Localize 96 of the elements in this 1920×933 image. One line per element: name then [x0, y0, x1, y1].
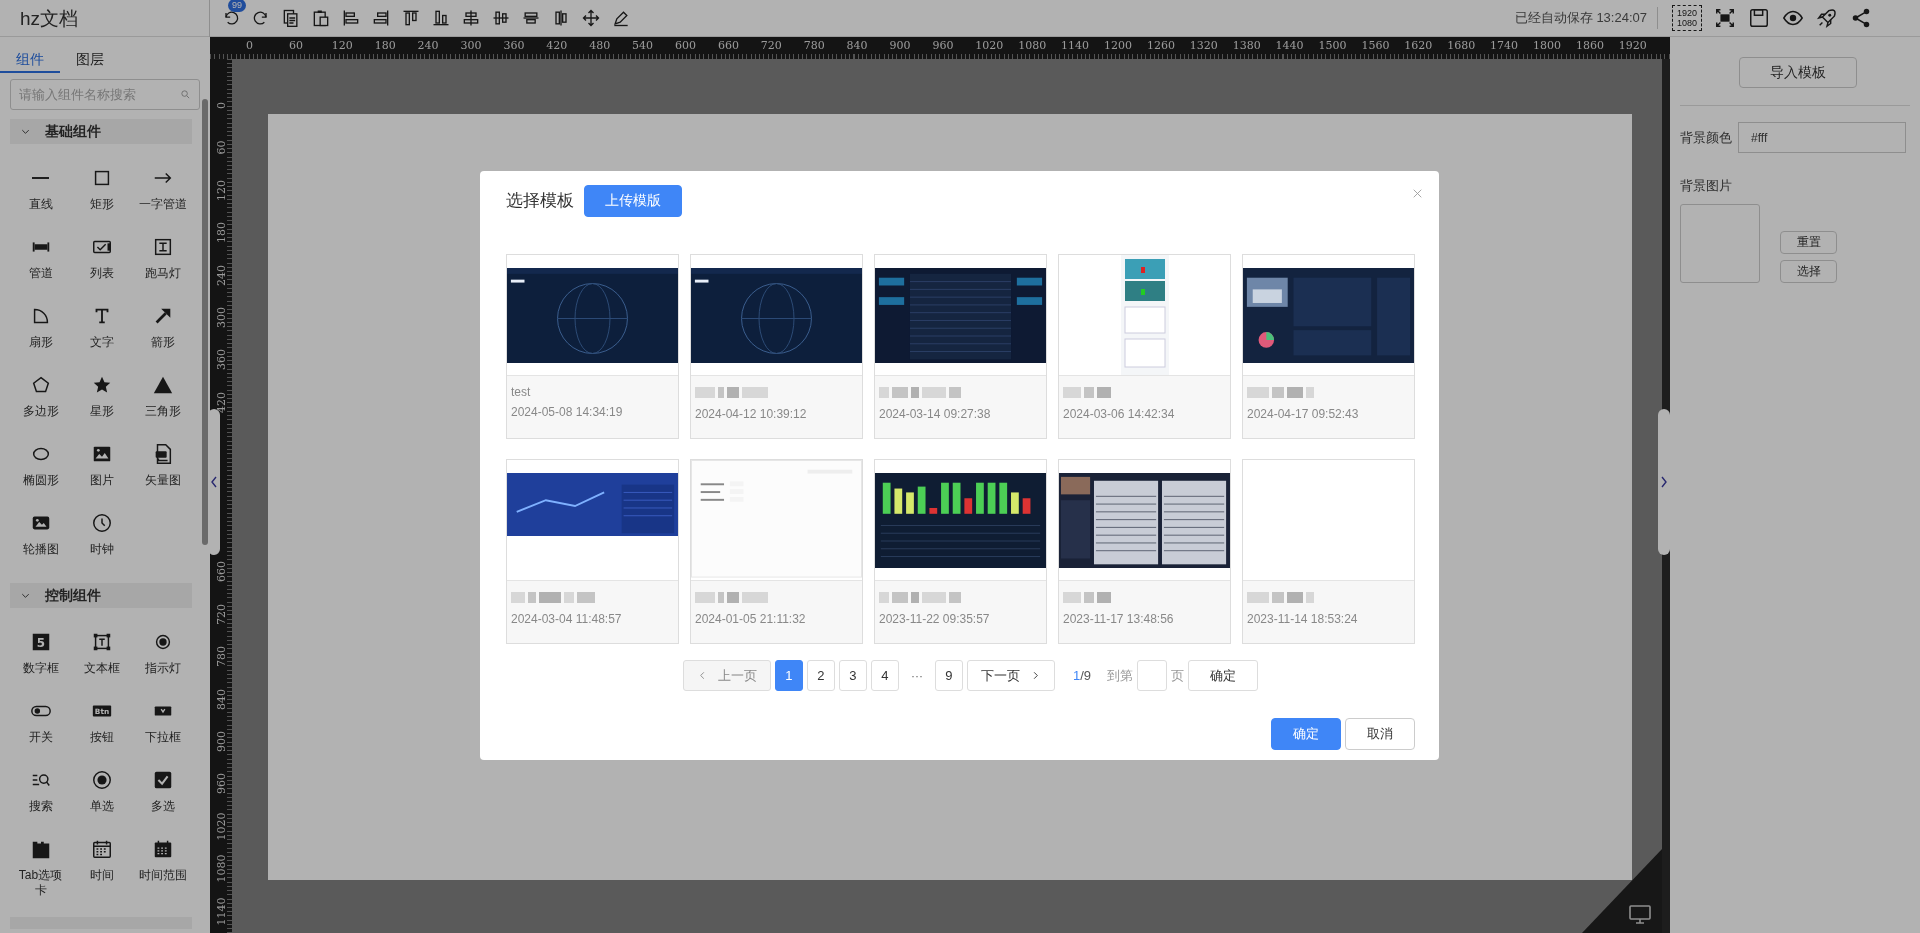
- page-number-field[interactable]: [1137, 660, 1168, 691]
- component-item[interactable]: 矢量图: [132, 443, 193, 512]
- monitor-icon[interactable]: [1628, 903, 1652, 927]
- component-item[interactable]: 多选: [132, 769, 193, 838]
- component-item[interactable]: 直线: [10, 167, 71, 236]
- more-pages[interactable]: ···: [902, 668, 931, 683]
- component-item[interactable]: 下拉框: [132, 700, 193, 769]
- component-item[interactable]: 开关: [10, 700, 71, 769]
- search-icon: [180, 89, 191, 100]
- template-time: 2024-03-14 09:27:38: [879, 406, 992, 422]
- template-time: 2024-01-05 21:11:32: [695, 611, 807, 627]
- align-left-icon[interactable]: [341, 8, 361, 28]
- app-title: hz文档: [0, 0, 210, 37]
- count-badge: 99: [228, 0, 246, 12]
- move-icon[interactable]: [581, 8, 601, 28]
- component-item[interactable]: 列表: [71, 236, 132, 305]
- template-time: 2023-11-14 18:53:24: [1247, 611, 1359, 627]
- calendar-icon: [90, 838, 113, 860]
- import-template-button[interactable]: 导入模板: [1739, 57, 1857, 88]
- component-item[interactable]: 时间范围: [132, 838, 193, 907]
- upload-button[interactable]: 上传模版: [584, 184, 682, 217]
- save-status: 已经自动保存 13:24:07: [1514, 7, 1658, 29]
- fit-screen-icon[interactable]: [1714, 7, 1736, 29]
- component-item[interactable]: 图片: [71, 443, 132, 512]
- jump-label: 到第: [1107, 666, 1134, 685]
- template-time: 2024-03-04 11:48:57: [511, 611, 623, 627]
- template-time: 2024-04-17 09:52:43: [1247, 406, 1360, 422]
- confirm-button[interactable]: 确定: [1271, 718, 1341, 750]
- component-item[interactable]: 轮播图: [10, 512, 71, 581]
- color-field[interactable]: #fff: [1738, 122, 1906, 153]
- page-button[interactable]: 3: [838, 660, 867, 691]
- component-item[interactable]: Tab选项卡: [10, 838, 71, 907]
- component-item[interactable]: 箭形: [132, 305, 193, 374]
- template-time: 2023-11-17 13:48:56: [1063, 611, 1175, 627]
- component-item[interactable]: 时钟: [71, 512, 132, 581]
- group-title: 控制组件: [45, 586, 101, 605]
- paste-icon[interactable]: [311, 8, 331, 28]
- component-item[interactable]: 扇形: [10, 305, 71, 374]
- share-icon[interactable]: [1850, 7, 1872, 29]
- group-header[interactable]: 基础组件: [10, 119, 192, 144]
- cancel-button[interactable]: 取消: [1345, 718, 1415, 750]
- page-total: /9: [1080, 668, 1092, 683]
- template-name: test: [511, 384, 532, 400]
- sidebar-tab[interactable]: 组件: [0, 47, 60, 73]
- component-item[interactable]: 单选: [71, 769, 132, 838]
- go-button[interactable]: 确定: [1188, 660, 1259, 691]
- field-label: 背景图片: [1680, 177, 1733, 195]
- panel-button[interactable]: 选择: [1780, 260, 1837, 283]
- page-button[interactable]: 2: [806, 660, 835, 691]
- copy-icon[interactable]: [281, 8, 301, 28]
- template-time: 2024-04-12 10:39:12: [695, 406, 808, 422]
- page-button[interactable]: 9: [934, 660, 963, 691]
- sidebar-tab[interactable]: 图层: [60, 47, 120, 73]
- component-item[interactable]: 跑马灯: [132, 236, 193, 305]
- dialog-title: 选择模板: [506, 190, 574, 212]
- resolution-icon[interactable]: 1920 1080: [1672, 5, 1702, 31]
- page-button[interactable]: 4: [870, 660, 899, 691]
- pen-icon[interactable]: [611, 8, 631, 28]
- template-time: 2023-11-22 09:35:57: [879, 611, 991, 627]
- clock-icon: [90, 512, 113, 534]
- horizontal-ruler: 0 60 120 180 240 300 360 420 480 540 600 660 720 780 840 900 960 1020 1080 1140 1200 1260 1320 1380 1440 1500 1560 1620 1680 1740 1800 1860 1920: [210, 37, 1670, 59]
- component-item[interactable]: 多边形: [10, 374, 71, 443]
- scrollbar-thumb[interactable]: [202, 99, 208, 545]
- component-item[interactable]: 5 数字框: [10, 631, 71, 700]
- align-center-icon[interactable]: [461, 8, 481, 28]
- field-label: 背景颜色: [1680, 128, 1732, 147]
- template-time: 2024-03-06 14:42:34: [1063, 406, 1176, 422]
- next-page-button[interactable]: 下一页: [966, 660, 1055, 691]
- rocket-icon[interactable]: [1816, 7, 1838, 29]
- component-item[interactable]: 时间: [71, 838, 132, 907]
- page-button[interactable]: 1: [774, 660, 803, 691]
- align-right-icon[interactable]: [371, 8, 391, 28]
- component-item[interactable]: 三角形: [132, 374, 193, 443]
- group-title: 基础组件: [45, 122, 101, 141]
- component-item[interactable]: 矩形: [71, 167, 132, 236]
- component-item[interactable]: 管道: [10, 236, 71, 305]
- component-item[interactable]: 文字: [71, 305, 132, 374]
- component-item[interactable]: 文本框: [71, 631, 132, 700]
- template-time: 2024-05-08 14:34:19: [511, 404, 624, 420]
- group-header[interactable]: 控制组件: [10, 583, 192, 608]
- radio-icon: [90, 769, 113, 791]
- component-item[interactable]: 指示灯: [132, 631, 193, 700]
- collapse-handle[interactable]: [1658, 409, 1670, 555]
- current-page: 1: [1072, 668, 1081, 683]
- component-item[interactable]: 搜索: [10, 769, 71, 838]
- panel-button[interactable]: 重置: [1780, 231, 1837, 254]
- component-item[interactable]: 椭圆形: [10, 443, 71, 512]
- align-top-icon[interactable]: [401, 8, 421, 28]
- vertical-ruler: 0 60 120 180 240 300 360 420 660 720 780 840 900 960 1020 1080 1140: [210, 59, 232, 933]
- component-item[interactable]: 星形: [71, 374, 132, 443]
- component-item[interactable]: 一字管道: [132, 167, 193, 236]
- align-bottom-icon[interactable]: [431, 8, 451, 28]
- line-icon: [32, 177, 49, 179]
- save-icon[interactable]: [1748, 7, 1770, 29]
- component-item[interactable]: Btn 按钮: [71, 700, 132, 769]
- jump-unit: 页: [1171, 666, 1185, 685]
